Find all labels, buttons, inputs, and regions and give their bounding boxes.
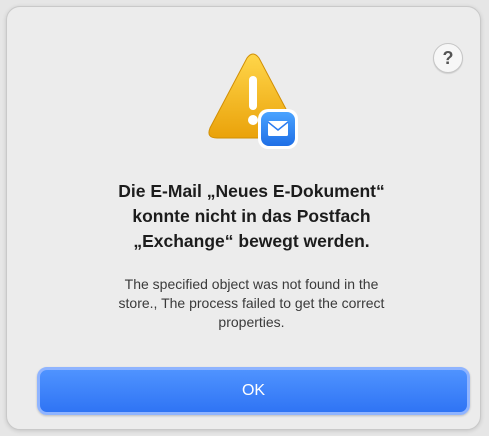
message-line: store., The process failed to get the co… — [118, 295, 385, 311]
help-button[interactable]: ? — [433, 43, 463, 73]
alert-message: The specified object was not found in th… — [47, 275, 456, 332]
title-line: konnte nicht in das Postfach — [132, 206, 371, 226]
alert-dialog: ? Die E-Mail „Neues E-Dokument“ konnte n… — [6, 6, 481, 430]
ok-label: OK — [241, 382, 266, 399]
message-line: properties. — [218, 314, 285, 330]
alert-title: Die E-Mail „Neues E-Dokument“ konnte nic… — [47, 179, 456, 254]
help-label: ? — [442, 48, 454, 68]
message-line: The specified object was not found in th… — [124, 276, 379, 292]
title-line: Die E-Mail „Neues E-Dokument“ — [118, 181, 385, 201]
title-line: „Exchange“ bewegt werden. — [133, 231, 370, 251]
ok-button[interactable]: OK — [37, 367, 470, 415]
warning-mail-icon — [208, 53, 298, 149]
